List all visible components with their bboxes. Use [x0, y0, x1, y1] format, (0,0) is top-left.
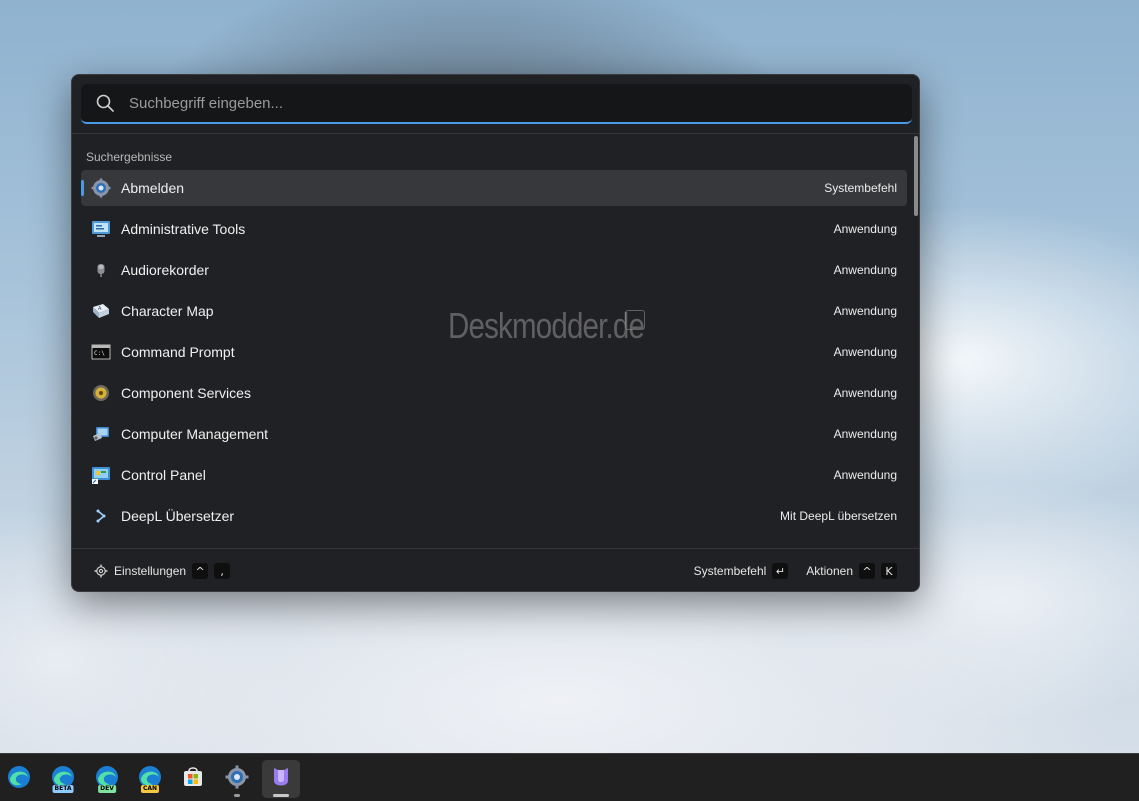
watermark-logo — [625, 310, 645, 330]
edge-icon — [6, 764, 32, 795]
taskbar: BETA DEV CAN — [0, 753, 1139, 801]
taskbar-store[interactable] — [174, 760, 212, 798]
results-scrollbar[interactable] — [913, 135, 918, 547]
taskbar-edge-dev[interactable]: DEV — [88, 760, 126, 798]
search-box[interactable] — [81, 84, 912, 124]
primary-action-button[interactable]: Systembefehl — [694, 564, 767, 578]
result-label: Administrative Tools — [121, 221, 246, 237]
result-label: Abmelden — [121, 180, 185, 196]
taskbar-edge-canary[interactable]: CAN — [131, 760, 169, 798]
taskbar-settings[interactable] — [218, 760, 256, 798]
component-services-icon — [90, 382, 112, 404]
running-indicator — [273, 794, 289, 797]
settings-button[interactable]: Einstellungen — [114, 564, 186, 578]
running-indicator — [234, 794, 240, 797]
result-kind: Anwendung — [833, 263, 897, 277]
result-kind: Mit DeepL übersetzen — [780, 509, 897, 523]
shortcut-key: ^ — [192, 563, 209, 579]
edge-badge: CAN — [140, 785, 160, 793]
gear-icon[interactable] — [94, 564, 108, 578]
result-label: DeepL Übersetzer — [121, 508, 235, 524]
result-kind: Anwendung — [833, 468, 897, 482]
svg-text:C:\: C:\ — [94, 350, 105, 357]
terminal-icon: C:\ — [90, 341, 112, 363]
result-item-computer-management[interactable]: Computer Management Anwendung — [81, 416, 907, 452]
shortcut-key: , — [214, 563, 231, 579]
taskbar-edge-beta[interactable]: BETA — [44, 760, 82, 798]
search-input[interactable] — [129, 94, 912, 112]
search-icon — [95, 93, 115, 113]
powertoys-run-icon — [269, 765, 293, 794]
result-item-component-services[interactable]: Component Services Anwendung — [81, 375, 907, 411]
result-item-audiorekorder[interactable]: Audiorekorder Anwendung — [81, 252, 907, 288]
actions-button[interactable]: Aktionen — [806, 564, 853, 578]
watermark: Deskmodder.de — [448, 305, 645, 346]
admin-tools-icon — [90, 218, 112, 240]
taskbar-edge[interactable] — [0, 760, 38, 798]
result-item-control-panel[interactable]: Control Panel Anwendung — [81, 457, 907, 493]
character-map-icon: A — [90, 300, 112, 322]
edge-badge: DEV — [98, 785, 116, 793]
result-item-administrative-tools[interactable]: Administrative Tools Anwendung — [81, 211, 907, 247]
result-kind: Systembefehl — [824, 181, 897, 195]
results-list: Abmelden Systembefehl Administrative Too… — [81, 170, 907, 539]
result-item-abmelden[interactable]: Abmelden Systembefehl — [81, 170, 907, 206]
result-kind: Anwendung — [833, 427, 897, 441]
result-label: Component Services — [121, 385, 251, 401]
result-kind: Anwendung — [833, 304, 897, 318]
microphone-icon — [90, 259, 112, 281]
taskbar-powertoys-run[interactable] — [262, 760, 300, 798]
deepl-icon — [90, 505, 112, 527]
store-icon — [180, 764, 206, 795]
result-kind: Anwendung — [833, 345, 897, 359]
edge-badge: BETA — [52, 785, 74, 793]
result-label: Audiorekorder — [121, 262, 209, 278]
result-item-deepl[interactable]: DeepL Übersetzer Mit DeepL übersetzen — [81, 498, 907, 534]
gear-icon — [90, 177, 112, 199]
shortcut-key: K — [881, 563, 897, 579]
result-kind: Anwendung — [833, 222, 897, 236]
result-kind: Anwendung — [833, 386, 897, 400]
results-section-title: Suchergebnisse — [86, 150, 173, 164]
launcher-footer: Einstellungen ^ , Systembefehl ↵ Aktione… — [72, 549, 919, 591]
scrollbar-thumb[interactable] — [914, 136, 918, 216]
settings-icon — [224, 764, 250, 795]
divider — [72, 133, 919, 134]
computer-management-icon — [90, 423, 112, 445]
result-label: Control Panel — [121, 467, 206, 483]
control-panel-icon — [90, 464, 112, 486]
shortcut-key: ^ — [859, 563, 875, 579]
result-label: Computer Management — [121, 426, 269, 442]
enter-key: ↵ — [772, 563, 789, 579]
svg-text:A: A — [98, 306, 102, 312]
